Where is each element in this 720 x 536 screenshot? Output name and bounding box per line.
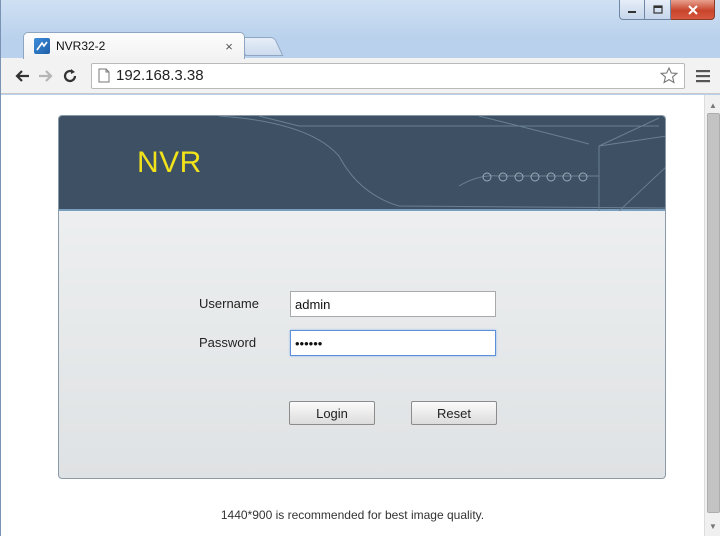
brand-logo-text: NVR <box>137 146 202 179</box>
reload-icon <box>63 68 77 82</box>
browser-window: NVR32-2 × 192.168.3.38 NVR Username admi… <box>0 0 720 536</box>
minimize-icon <box>628 10 636 13</box>
page-viewport: NVR Username Password Login Reset 1440*9… <box>1 95 704 536</box>
maximize-icon <box>652 4 663 14</box>
resolution-recommendation-text: 1440*900 is recommended for best image q… <box>220 508 485 522</box>
password-field[interactable] <box>290 330 496 356</box>
back-button[interactable] <box>11 64 33 88</box>
tab-close-icon[interactable]: × <box>222 39 236 54</box>
username-label: Username <box>199 296 259 311</box>
close-window-button[interactable] <box>671 0 715 20</box>
scroll-up-icon[interactable]: ▲ <box>705 97 720 113</box>
page-icon <box>98 68 110 83</box>
vertical-scrollbar[interactable]: ▲ ▼ <box>704 95 720 536</box>
window-controls <box>619 0 715 22</box>
address-bar[interactable] <box>91 62 685 89</box>
forward-button[interactable] <box>35 64 57 88</box>
hamburger-menu-icon <box>696 69 710 82</box>
url-input[interactable] <box>116 67 660 84</box>
maximize-button[interactable] <box>645 0 671 20</box>
forward-arrow-icon <box>39 69 53 82</box>
back-arrow-icon <box>15 69 29 82</box>
chrome-menu-button[interactable] <box>691 69 715 83</box>
username-field[interactable] <box>290 291 496 317</box>
browser-tab[interactable]: NVR32-2 × <box>23 32 245 59</box>
login-button[interactable]: Login <box>289 401 375 425</box>
tab-title: NVR32-2 <box>56 39 106 53</box>
scroll-down-icon[interactable]: ▼ <box>705 518 720 534</box>
scrollbar-thumb[interactable] <box>707 113 720 513</box>
tab-strip: NVR32-2 × <box>1 0 720 59</box>
panel-header: NVR <box>59 116 665 211</box>
minimize-button[interactable] <box>619 0 645 20</box>
close-icon <box>687 4 698 15</box>
bookmark-star-icon[interactable] <box>660 67 678 84</box>
reload-button[interactable] <box>59 64 81 88</box>
browser-toolbar <box>1 58 720 94</box>
password-label: Password <box>199 335 257 350</box>
reset-button[interactable]: Reset <box>411 401 497 425</box>
nvr-favicon-icon <box>34 38 50 54</box>
login-panel: NVR Username Password Login Reset <box>58 115 666 479</box>
